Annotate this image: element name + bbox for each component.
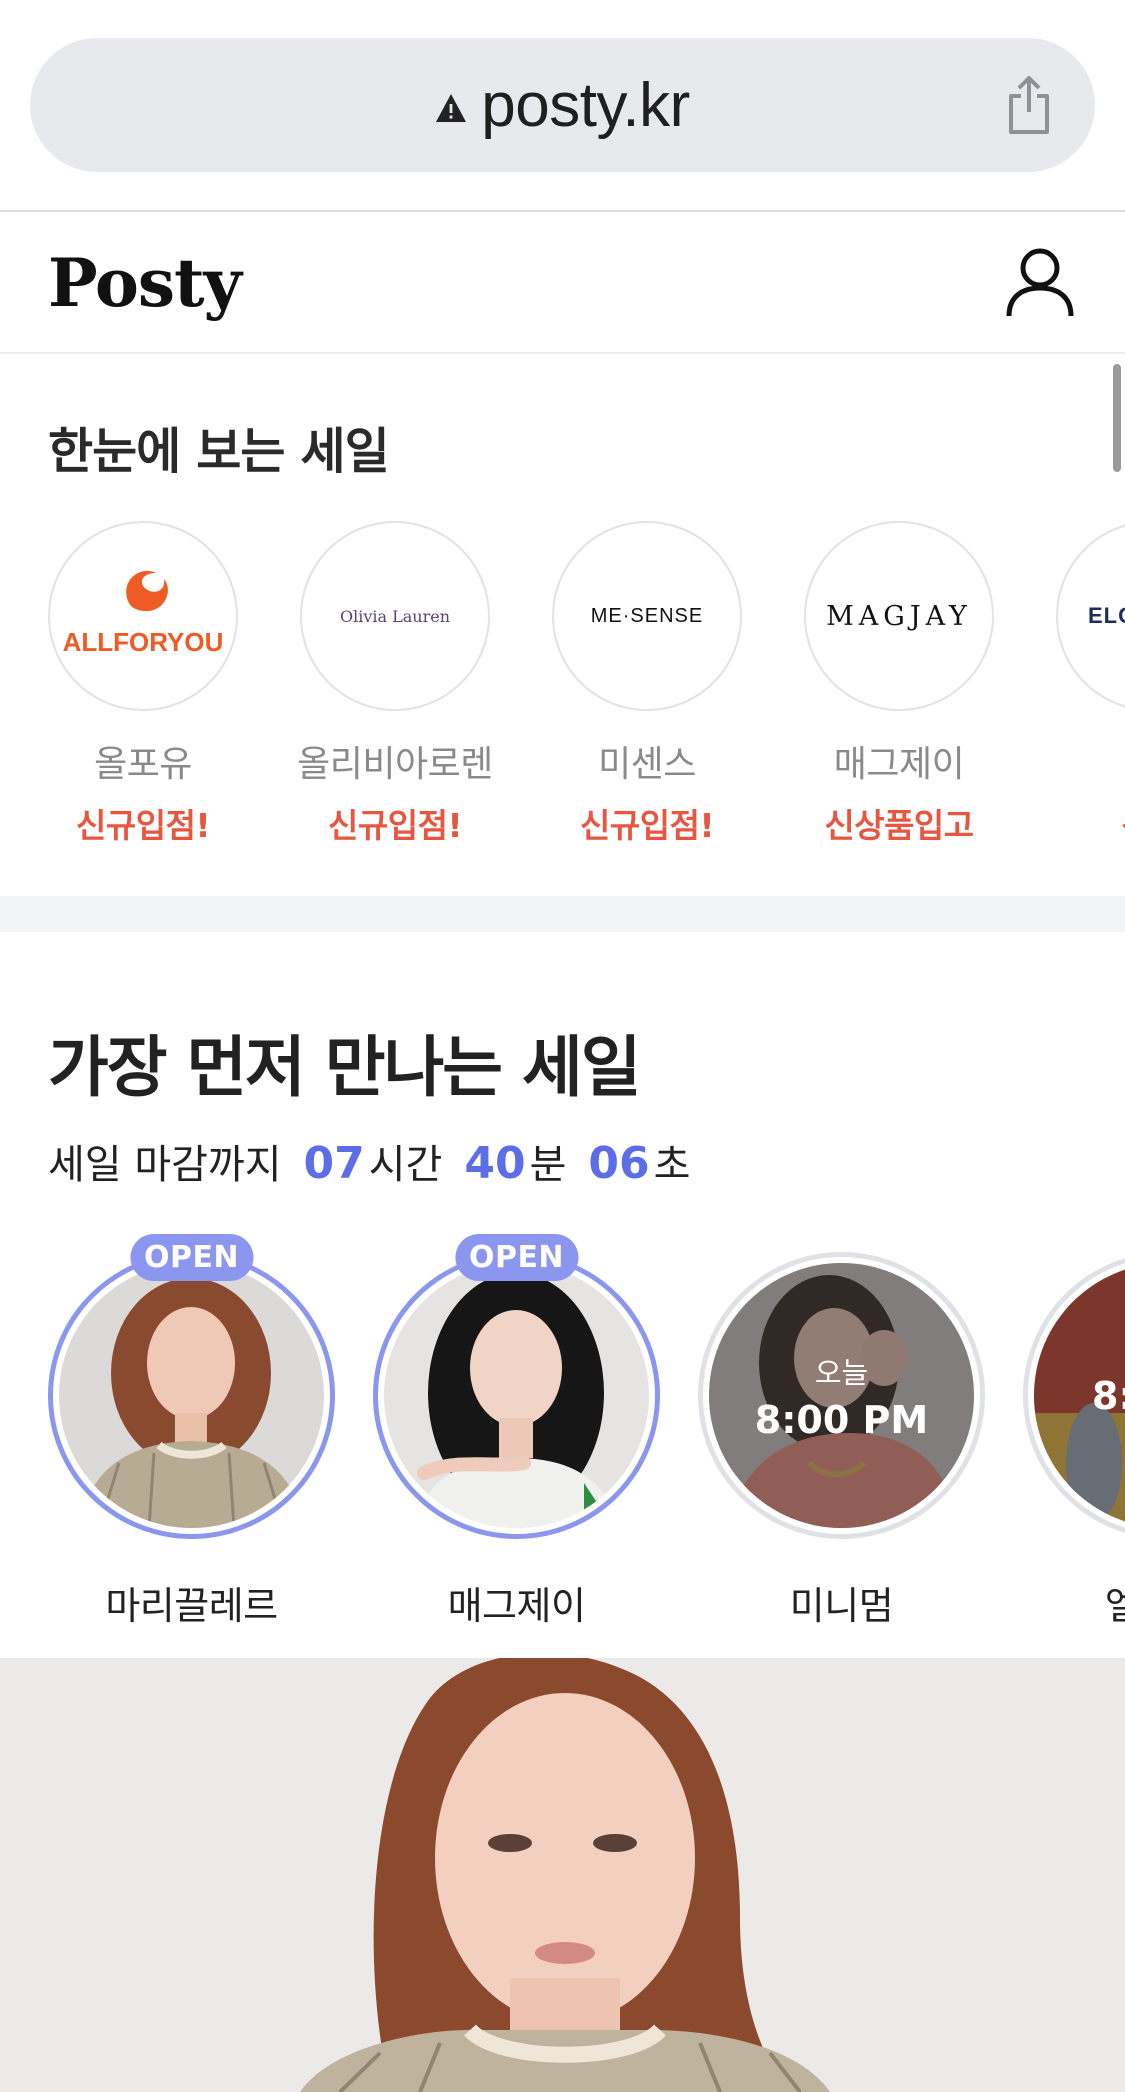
scrollbar[interactable] xyxy=(1113,364,1121,472)
countdown-seconds-unit: 초 xyxy=(653,1142,691,1188)
brand-name: 올포유 xyxy=(94,744,192,785)
brand-carousel[interactable]: ALLFORYOU 올포유 신규입점! Olivia Lauren 올리비아로렌… xyxy=(48,521,1125,847)
brand-item-allforyou[interactable]: ALLFORYOU 올포유 신규입점! xyxy=(48,521,238,847)
upcoming-overlay: 8:0 xyxy=(1034,1263,1125,1528)
olivia-lauren-logo: Olivia Lauren xyxy=(339,606,451,626)
brand-item-mesense[interactable]: ME·SENSE 미센스 신규입점! xyxy=(552,521,742,847)
countdown-minutes-unit: 분 xyxy=(529,1142,567,1188)
brand-tag: 신규입점! xyxy=(328,806,463,845)
countdown-hours: 07 xyxy=(303,1138,365,1189)
sale-countdown: 세일 마감까지 07 시간 40 분 06 초 xyxy=(48,1132,690,1190)
sale-ring xyxy=(48,1252,335,1539)
mesense-logo: ME·SENSE xyxy=(590,604,704,627)
brand-name: 매그제이 xyxy=(833,744,965,785)
brand-tag: 신규입점! xyxy=(580,806,715,845)
partial-brand-logo: ELC xyxy=(1088,603,1125,628)
sale-photo xyxy=(59,1263,324,1528)
sale-brand-name: 엘 xyxy=(1105,1584,1125,1628)
brand-logo-mesense: ME·SENSE xyxy=(552,521,742,711)
brand-logo-allforyou: ALLFORYOU xyxy=(48,521,238,711)
sale-item-marie-claire[interactable]: OPEN 마리끌레르 xyxy=(48,1234,335,1630)
brand-item-partial[interactable]: ELC 엘 신상 xyxy=(1056,521,1125,847)
user-icon[interactable] xyxy=(1005,246,1075,318)
brand-item-olivia-lauren[interactable]: Olivia Lauren 올리비아로렌 신규입점! xyxy=(297,521,493,847)
hero-banner-image[interactable] xyxy=(0,1658,1125,2092)
site-header: Posty xyxy=(0,212,1125,354)
sale-day: 오늘 xyxy=(814,1355,869,1390)
sale-brand-name: 미니멈 xyxy=(789,1584,894,1628)
upcoming-overlay: 오늘 8:00 PM xyxy=(709,1263,974,1528)
brand-logo-partial: ELC xyxy=(1056,521,1125,711)
section-divider xyxy=(0,896,1125,932)
at-a-glance-section: 한눈에 보는 세일 ALLFORYOU 올포유 신규입점! Olivia Lau… xyxy=(0,356,1125,896)
sale-ring xyxy=(373,1252,660,1539)
svg-text:ALLFORYOU: ALLFORYOU xyxy=(63,627,224,657)
brand-logo-magjay: MAGJAY xyxy=(804,521,994,711)
countdown-seconds: 06 xyxy=(588,1138,650,1189)
brand-item-magjay[interactable]: MAGJAY 매그제이 신상품입고 xyxy=(804,521,994,847)
warning-triangle-icon xyxy=(436,94,467,122)
browser-toolbar: posty.kr xyxy=(0,0,1125,212)
share-icon[interactable] xyxy=(1001,74,1057,136)
first-sale-section: 가장 먼저 만나는 세일 세일 마감까지 07 시간 40 분 06 초 OPE… xyxy=(0,932,1125,1658)
sale-photo: 오늘 8:00 PM xyxy=(709,1263,974,1528)
sale-photo xyxy=(384,1263,649,1528)
sale-item-magjay[interactable]: OPEN 매그제이 xyxy=(373,1234,660,1630)
allforyou-logo: ALLFORYOU xyxy=(63,570,224,657)
countdown-minutes: 40 xyxy=(464,1138,526,1189)
brand-name: 올리비아로렌 xyxy=(297,744,493,785)
open-badge: OPEN xyxy=(454,1234,579,1281)
countdown-prefix: 세일 마감까지 xyxy=(48,1142,282,1188)
sale-ring: 8:0 xyxy=(1023,1252,1125,1539)
magjay-logo: MAGJAY xyxy=(826,600,972,632)
sale-ring: 오늘 8:00 PM xyxy=(698,1252,985,1539)
sale-time: 8:0 xyxy=(1092,1373,1125,1418)
sale-brand-name: 마리끌레르 xyxy=(105,1584,278,1628)
posty-logo[interactable]: Posty xyxy=(48,244,242,322)
brand-tag: 신규입점! xyxy=(76,806,211,845)
brand-tag: 신상품입고 xyxy=(824,806,974,845)
section-title: 가장 먼저 만나는 세일 xyxy=(48,1029,641,1106)
sale-item-partial[interactable]: 8:0 엘 xyxy=(1023,1252,1125,1630)
sale-brand-name: 매그제이 xyxy=(447,1584,586,1628)
sale-carousel[interactable]: OPEN 마리끌레르 OPEN 매그제이 오늘 8:00 PM 미니멈 8 엘 xyxy=(48,1234,1125,1630)
sale-photo: 8:0 xyxy=(1034,1263,1125,1528)
section-title: 한눈에 보는 세일 xyxy=(48,423,390,480)
open-badge: OPEN xyxy=(129,1234,254,1281)
brand-name: 미센스 xyxy=(598,744,696,785)
address-bar[interactable]: posty.kr xyxy=(30,38,1095,172)
brand-tag: 신상 xyxy=(1121,799,1125,847)
sale-item-minimum[interactable]: 오늘 8:00 PM 미니멈 xyxy=(698,1252,985,1630)
brand-logo-olivia-lauren: Olivia Lauren xyxy=(300,521,490,711)
countdown-hours-unit: 시간 xyxy=(368,1142,443,1188)
url-text: posty.kr xyxy=(481,70,690,140)
sale-time: 8:00 PM xyxy=(754,1397,929,1442)
